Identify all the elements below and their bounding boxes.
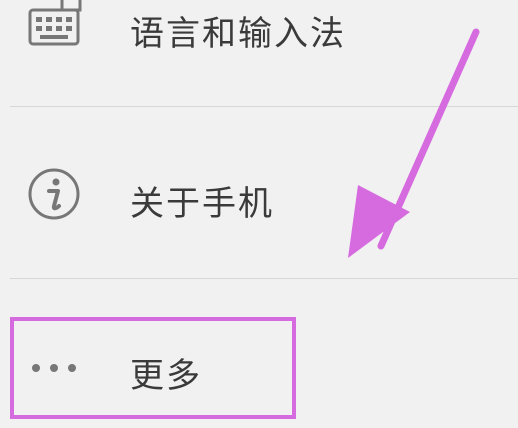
info-icon [22,162,86,226]
settings-item-label: 语言和输入法 [130,14,346,54]
divider [10,106,518,107]
settings-item-label: 关于手机 [130,184,274,224]
settings-item-language-input[interactable]: 语言和输入法 [0,0,518,100]
highlight-box [10,317,296,419]
divider [10,278,518,279]
settings-item-about-phone[interactable]: 关于手机 [0,112,518,272]
keyboard-icon [22,0,86,54]
